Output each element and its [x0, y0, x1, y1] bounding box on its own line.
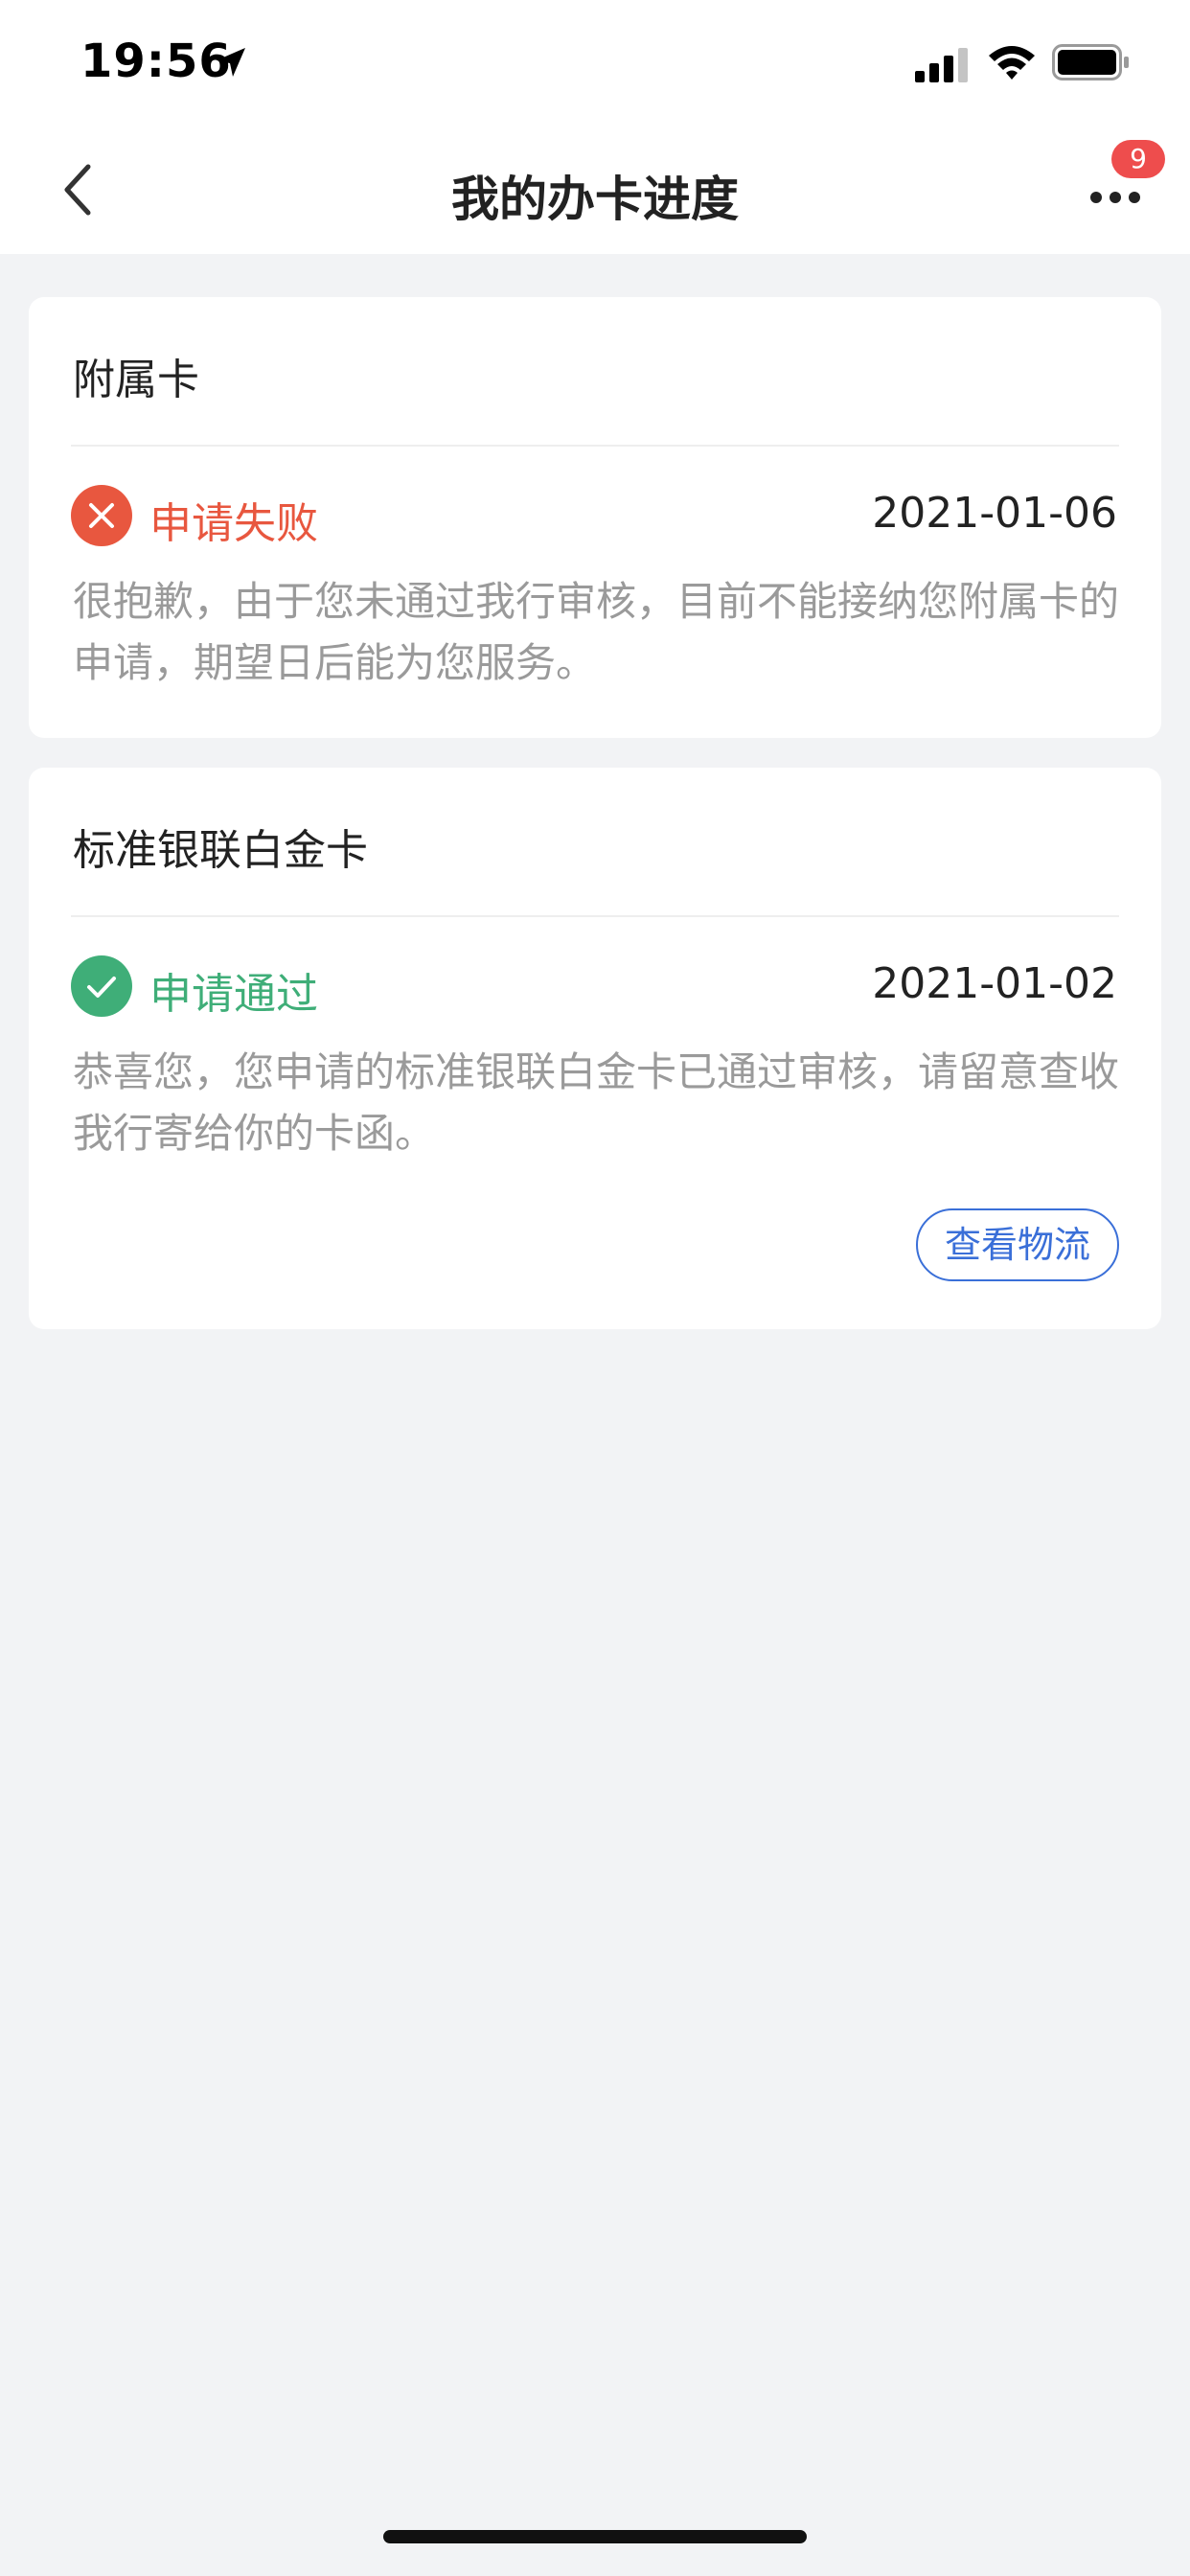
page-title: 我的办卡进度	[451, 172, 739, 227]
status-label: 申请通过	[149, 970, 318, 1019]
status-description: 很抱歉，由于您未通过我行审核，目前不能接纳您附属卡的申请，期望日后能为您服务。	[73, 578, 1120, 686]
navigation-bar: 我的办卡进度	[0, 125, 1190, 254]
notification-badge: 9	[1111, 140, 1165, 178]
status-date: 2021-01-06	[872, 489, 1117, 538]
card-supplementary: 附属卡 申请失败 2021-01-06 很抱歉，由于您未通过我行审核，目前不能接…	[29, 297, 1161, 738]
wifi-icon	[989, 46, 1035, 80]
status-date: 2021-01-02	[872, 959, 1117, 1008]
more-dots-icon	[1090, 192, 1140, 203]
card-title: 标准银联白金卡	[73, 826, 368, 875]
view-logistics-button[interactable]: 查看物流	[916, 1208, 1119, 1281]
divider	[71, 915, 1119, 917]
divider	[71, 445, 1119, 447]
status-time: 19:56	[80, 34, 232, 88]
status-label: 申请失败	[149, 499, 318, 548]
close-circle-icon	[71, 485, 132, 546]
card-platinum: 标准银联白金卡 申请通过 2021-01-02 恭喜您，您申请的标准银联白金卡已…	[29, 768, 1161, 1329]
signal-icon	[915, 48, 968, 82]
home-indicator[interactable]	[383, 2530, 807, 2543]
check-circle-icon	[71, 955, 132, 1017]
card-title: 附属卡	[73, 356, 199, 404]
status-description: 恭喜您，您申请的标准银联白金卡已通过审核，请留意查收我行寄给你的卡函。	[73, 1048, 1120, 1157]
battery-icon	[1052, 44, 1129, 80]
location-arrow-icon	[217, 48, 245, 77]
status-bar: 19:56	[0, 0, 1190, 125]
